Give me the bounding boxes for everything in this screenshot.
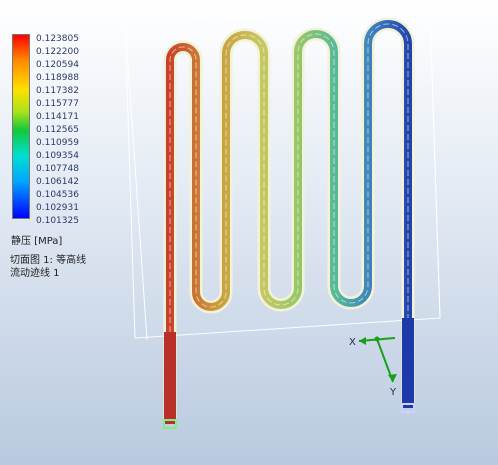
coordinate-axes-triad: X Y: [349, 336, 397, 398]
serpentine-pipe-model[interactable]: X Y: [0, 0, 498, 465]
x-axis-label: X: [349, 337, 356, 348]
pipe-body: [163, 17, 415, 422]
3d-viewport[interactable]: 0.123805 0.122200 0.120594 0.118988 0.11…: [0, 0, 498, 465]
y-axis-label: Y: [389, 387, 397, 398]
inlet-leg: [164, 332, 176, 424]
outlet-leg: [402, 318, 414, 408]
